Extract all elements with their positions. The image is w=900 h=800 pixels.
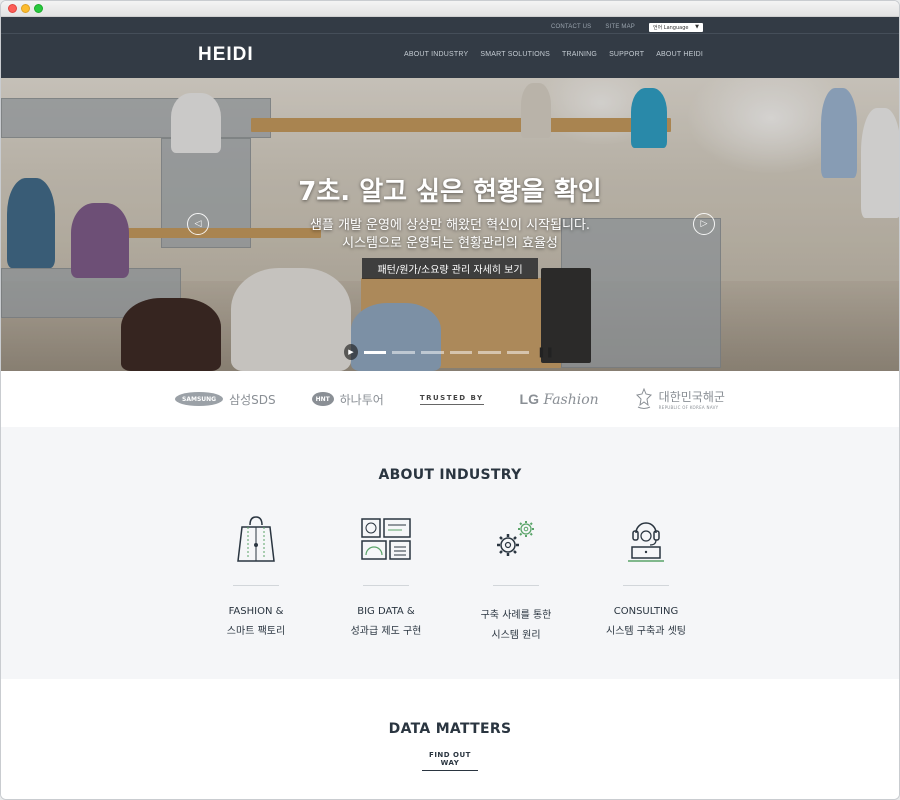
nav-about-heidi[interactable]: ABOUT HEIDI — [656, 51, 703, 58]
industry-cards: FASHION & 스마트 팩토리 BIG DATA & 성과급 제도 구현 구… — [191, 515, 711, 641]
trusted-by-label: TRUSTED BY — [419, 394, 484, 405]
card-title: FASHION & — [228, 606, 284, 617]
nav-support[interactable]: SUPPORT — [609, 51, 644, 58]
trusted-by-text: TRUSTED BY — [419, 394, 484, 405]
chevron-left-icon: ◁ — [194, 219, 202, 229]
gears-icon — [497, 521, 534, 556]
slider-controls: ▶ ❚❚ — [344, 344, 554, 360]
lg-fashion-logo: LG Fashion — [520, 391, 599, 408]
slide-indicator[interactable] — [421, 350, 444, 354]
card-divider — [363, 585, 409, 586]
prev-slide-button[interactable]: ◁ — [187, 213, 209, 235]
hero-title: 7초. 알고 싶은 현황을 확인 — [298, 177, 602, 207]
chevron-right-icon: ▷ — [700, 219, 708, 229]
pause-icon[interactable]: ❚❚ — [537, 347, 554, 358]
hero-cta-button[interactable]: 패턴/원가/소요량 관리 자세히 보기 — [362, 258, 538, 279]
lg-fashion-text: Fashion — [543, 391, 599, 408]
navy-korean: 대한민국해군 — [658, 390, 725, 404]
partner-lg-fashion: LG Fashion — [520, 391, 599, 408]
contact-us-link[interactable]: CONTACT US — [551, 24, 591, 30]
chevron-down-icon: ▼ — [695, 24, 699, 30]
headset-icon — [628, 522, 664, 562]
window-titlebar — [1, 1, 899, 17]
navy-english: REPUBLIC OF KOREA NAVY — [658, 405, 719, 410]
samsung-sds-text: 삼성SDS — [229, 392, 276, 407]
hanatour-text: 하나투어 — [339, 392, 384, 407]
hero-subtitle-line1: 샘플 개발 운영에 상상만 해왔던 혁신이 시작됩니다. — [309, 218, 591, 233]
samsung-logo: SAMSUNG — [175, 392, 224, 406]
browser-window: CONTACT US SITE MAP 언어 Language ▼ HEIDI … — [0, 0, 900, 800]
card-title: CONSULTING — [613, 606, 679, 617]
card-title: BIG DATA & — [357, 606, 415, 617]
partner-logos: SAMSUNG 삼성SDS HNT 하나투어 TRUSTED BY LG Fas… — [1, 371, 899, 427]
card-subtitle: 시스템 원리 — [491, 630, 541, 641]
play-icon: ▶ — [348, 348, 354, 356]
card-divider — [623, 585, 669, 586]
nav-about-industry[interactable]: ABOUT INDUSTRY — [404, 51, 468, 58]
partner-hanatour: HNT 하나투어 — [311, 391, 384, 408]
find-out-way-link[interactable]: FIND OUT WAY — [422, 751, 478, 771]
about-industry-section: ABOUT INDUSTRY FASHION & 스마트 팩토리 BIG DAT… — [1, 427, 899, 679]
industry-card-big-data[interactable]: BIG DATA & 성과급 제도 구현 — [321, 515, 451, 641]
hero-subtitle-line2: 시스템으로 운영되는 현황관리의 효율성 — [342, 236, 558, 251]
card-subtitle: 성과급 제도 구현 — [350, 626, 422, 637]
header-divider — [1, 33, 899, 34]
hero-slider: 7초. 알고 싶은 현황을 확인 샘플 개발 운영에 상상만 해왔던 혁신이 시… — [1, 78, 899, 371]
industry-card-consulting[interactable]: CONSULTING 시스템 구축과 셋팅 — [581, 515, 711, 641]
dashboard-icon — [361, 518, 411, 560]
partner-navy: 대한민국해군 REPUBLIC OF KOREA NAVY — [635, 388, 725, 410]
hnt-logo: HNT — [311, 392, 334, 406]
card-divider — [233, 585, 279, 586]
slide-indicator[interactable] — [449, 350, 473, 354]
site-map-link[interactable]: SITE MAP — [605, 24, 635, 30]
card-subtitle: 스마트 팩토리 — [226, 626, 286, 637]
card-divider — [493, 585, 539, 586]
navy-emblem-icon — [635, 388, 652, 409]
nav-training[interactable]: TRAINING — [562, 51, 597, 58]
play-button[interactable]: ▶ — [344, 344, 358, 360]
close-window-button[interactable] — [8, 4, 17, 13]
slide-indicator[interactable] — [478, 350, 501, 354]
zoom-window-button[interactable] — [34, 4, 43, 13]
slide-indicator[interactable] — [392, 350, 415, 354]
data-matters-title: DATA MATTERS — [388, 721, 512, 737]
nav-smart-solutions[interactable]: SMART SOLUTIONS — [480, 51, 550, 58]
minimize-window-button[interactable] — [21, 4, 30, 13]
site-logo[interactable]: HEIDI — [198, 44, 254, 66]
card-subtitle: 시스템 구축과 셋팅 — [606, 626, 686, 637]
data-matters-section: DATA MATTERS FIND OUT WAY — [1, 679, 899, 799]
card-title: 구축 사례를 통한 — [480, 610, 552, 621]
language-select[interactable]: 언어 Language ▼ — [649, 22, 703, 32]
industry-card-system[interactable]: 구축 사례를 통한 시스템 원리 — [451, 515, 581, 641]
slide-indicator[interactable] — [363, 350, 387, 354]
language-select-value: 언어 Language — [653, 24, 689, 31]
navy-text: 대한민국해군 REPUBLIC OF KOREA NAVY — [659, 388, 725, 410]
slide-indicator[interactable] — [506, 350, 530, 354]
industry-card-fashion[interactable]: FASHION & 스마트 팩토리 — [191, 515, 321, 641]
partner-samsung: SAMSUNG 삼성SDS — [175, 391, 276, 408]
about-industry-title: ABOUT INDUSTRY — [378, 467, 522, 483]
next-slide-button[interactable]: ▷ — [693, 213, 715, 235]
utility-bar: CONTACT US SITE MAP 언어 Language ▼ — [551, 20, 703, 34]
main-nav: ABOUT INDUSTRY SMART SOLUTIONS TRAINING … — [404, 51, 703, 58]
shopping-bag-icon — [237, 516, 275, 562]
site-header: CONTACT US SITE MAP 언어 Language ▼ HEIDI … — [1, 17, 899, 78]
lg-mark: LG — [519, 390, 539, 407]
